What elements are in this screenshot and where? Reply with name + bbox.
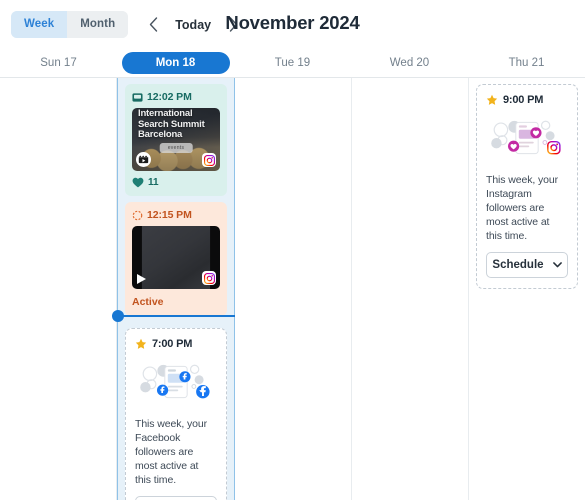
suggestion-card-instagram[interactable]: 9:00 PM This week, your Instagram follow… [476,84,578,289]
event-card-pending-video[interactable]: 12:15 PM Active [125,202,227,316]
carousel-reel-icon [136,152,151,167]
play-icon [137,274,146,284]
current-time-handle[interactable] [112,310,124,322]
next-week-button[interactable] [220,12,246,38]
thumbnail-title: International Search Summit Barcelona [138,108,205,140]
event-engagement: 11 [132,177,220,188]
day-column-tue[interactable] [235,78,352,500]
day-header-tue[interactable]: Tue 19 [234,49,351,77]
previous-week-button[interactable] [140,12,166,38]
event-card-header: 12:15 PM [132,209,220,221]
star-icon [486,94,498,105]
event-card-published-post[interactable]: 12:02 PM International Search Summit Bar… [125,84,227,196]
star-icon [135,338,147,349]
heart-icon [132,177,144,188]
suggestion-card-facebook[interactable]: 7:00 PM This week, your Facebook followe… [125,328,227,500]
chevron-down-icon [552,262,562,268]
suggestion-header: 7:00 PM [135,338,217,350]
chevron-right-icon [229,17,237,32]
day-label: Wed 20 [389,57,430,69]
day-column-mon[interactable]: 12:02 PM International Search Summit Bar… [112,78,235,500]
event-time: 12:15 PM [147,209,192,221]
view-switcher: Week Month [11,11,129,38]
day-header-row: Sun 17 Mon 18 Tue 19 Wed 20 Thu 21 [0,49,585,78]
instagram-engagement-illustration [486,109,568,167]
view-toggle-week[interactable]: Week [11,11,68,38]
day-label: Tue 19 [274,57,311,69]
day-label: Sun 17 [40,57,77,69]
suggestion-time: 7:00 PM [152,338,193,350]
thumbnail-chip: events [159,143,193,153]
suggestion-text: This week, your Facebook followers are m… [135,418,208,486]
view-toggle-month[interactable]: Month [67,11,129,38]
pending-clock-icon [132,210,143,220]
calendar-grid: 12:02 PM International Search Summit Bar… [0,78,585,500]
chevron-left-icon [149,17,157,32]
event-thumbnail[interactable] [132,226,220,289]
schedule-button[interactable]: Schedule [486,252,568,278]
day-column-wed[interactable] [352,78,469,500]
published-post-icon [132,92,143,102]
suggestion-header: 9:00 PM [486,94,568,106]
engagement-count: 11 [148,177,159,188]
day-header-sun[interactable]: Sun 17 [0,49,117,77]
day-label: Thu 21 [508,57,545,69]
top-toolbar: Week Month Today November 2024 [0,0,585,49]
event-status-text: Active [132,296,164,308]
schedule-button[interactable]: Schedule [135,496,217,500]
instagram-icon [202,153,216,167]
date-navigation: Today [140,12,246,38]
event-card-header: 12:02 PM [132,91,220,103]
day-column-thu[interactable]: 9:00 PM This week, your Instagram follow… [469,78,585,500]
instagram-icon [202,271,216,285]
day-column-sun[interactable] [0,78,117,500]
schedule-button-label: Schedule [492,259,544,271]
current-time-line [117,315,235,317]
day-label: Mon 18 [121,52,230,74]
today-button[interactable]: Today [166,18,220,32]
day-header-mon[interactable]: Mon 18 [117,49,234,77]
calendar-app: Week Month Today November 2024 Sun 17 Mo… [0,0,585,500]
day-header-wed[interactable]: Wed 20 [351,49,468,77]
day-header-thu[interactable]: Thu 21 [468,49,585,77]
event-thumbnail[interactable]: International Search Summit Barcelona ev… [132,108,220,171]
event-time: 12:02 PM [147,91,192,103]
suggestion-text: This week, your Instagram followers are … [486,174,559,242]
suggestion-time: 9:00 PM [503,94,544,106]
facebook-engagement-illustration [135,353,217,411]
